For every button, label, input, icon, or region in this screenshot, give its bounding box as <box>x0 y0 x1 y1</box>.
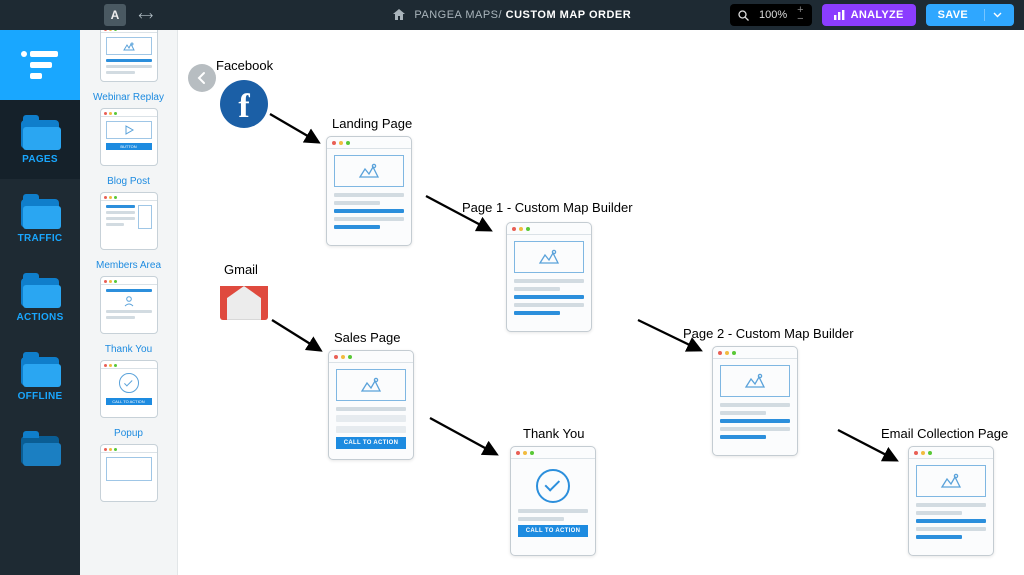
node-label-page1: Page 1 - Custom Map Builder <box>462 200 633 215</box>
page-thumbnail: CALL TO ACTION <box>100 360 158 418</box>
expand-icon[interactable]: ⤢ <box>136 5 156 25</box>
library-item[interactable] <box>86 30 172 82</box>
node-label-gmail: Gmail <box>224 262 258 277</box>
library-item-popup[interactable]: Popup <box>86 428 172 502</box>
node-label-landing: Landing Page <box>332 116 412 131</box>
node-label-page2: Page 2 - Custom Map Builder <box>683 326 854 341</box>
library-item-webinar-replay[interactable]: Webinar Replay BUTTON <box>86 92 172 166</box>
library-item-thank-you[interactable]: Thank You CALL TO ACTION <box>86 344 172 418</box>
node-label-facebook: Facebook <box>216 58 273 73</box>
folder-icon <box>21 199 59 227</box>
back-button[interactable] <box>188 64 216 92</box>
node-page1[interactable] <box>506 222 592 332</box>
rail-item-traffic[interactable]: TRAFFIC <box>0 179 80 258</box>
rail-item-pages[interactable]: PAGES <box>0 100 80 179</box>
canvas[interactable]: Facebook f Gmail Landing Page Page 1 - C… <box>178 30 1024 575</box>
library-panel: Webinar Replay BUTTON Blog Post Members … <box>80 30 178 575</box>
page-thumbnail: BUTTON <box>100 108 158 166</box>
save-button[interactable]: SAVE <box>926 4 1014 26</box>
analyze-button[interactable]: ANALYZE <box>822 4 916 26</box>
folder-icon <box>21 357 59 385</box>
node-email-collection[interactable] <box>908 446 994 556</box>
node-label-sales: Sales Page <box>334 330 401 345</box>
text-tool-button[interactable]: A <box>104 4 126 26</box>
folder-icon <box>21 120 59 148</box>
node-thank-you[interactable]: CALL TO ACTION <box>510 446 596 556</box>
folder-icon <box>21 436 59 464</box>
top-bar: A ⤢ PANGEA MAPS/ CUSTOM MAP ORDER 100% +… <box>0 0 1024 30</box>
node-page2[interactable] <box>712 346 798 456</box>
rail-item-extra[interactable] <box>0 416 80 464</box>
breadcrumb: PANGEA MAPS/ CUSTOM MAP ORDER <box>393 9 631 21</box>
node-label-thankyou: Thank You <box>523 426 584 441</box>
app-logo[interactable] <box>0 30 80 100</box>
rail-item-offline[interactable]: OFFLINE <box>0 337 80 416</box>
node-landing-page[interactable] <box>326 136 412 246</box>
facebook-icon[interactable]: f <box>220 80 268 128</box>
library-item-blog-post[interactable]: Blog Post <box>86 176 172 250</box>
library-item-members-area[interactable]: Members Area <box>86 260 172 334</box>
page-thumbnail <box>100 192 158 250</box>
folder-icon <box>21 278 59 306</box>
chevron-left-icon <box>197 71 207 85</box>
chart-icon <box>834 10 845 20</box>
page-thumbnail <box>100 444 158 502</box>
search-icon <box>738 10 749 21</box>
zoom-control[interactable]: 100% +− <box>730 4 812 26</box>
flow-arrows <box>178 30 1024 575</box>
page-thumbnail <box>100 30 158 82</box>
node-sales-page[interactable]: CALL TO ACTION <box>328 350 414 460</box>
zoom-stepper[interactable]: +− <box>797 6 803 24</box>
gmail-icon[interactable] <box>220 286 268 320</box>
node-label-email: Email Collection Page <box>881 426 1008 441</box>
side-rail: PAGES TRAFFIC ACTIONS OFFLINE <box>0 30 80 575</box>
chevron-down-icon[interactable] <box>984 9 1002 21</box>
zoom-value: 100% <box>759 9 787 21</box>
rail-item-actions[interactable]: ACTIONS <box>0 258 80 337</box>
page-thumbnail <box>100 276 158 334</box>
home-icon <box>393 9 405 20</box>
